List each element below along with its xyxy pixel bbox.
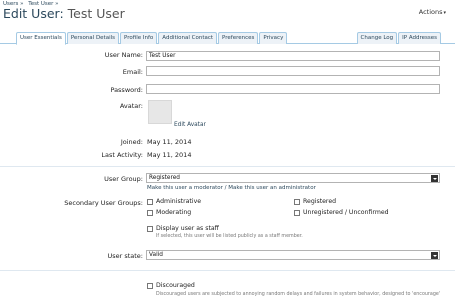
tab-change-log[interactable]: Change Log <box>356 32 398 44</box>
last-activity-value: May 11, 2014 <box>147 151 192 159</box>
avatar[interactable] <box>148 100 172 124</box>
actions-label: Actions <box>418 8 443 16</box>
caret-down-icon: ▾ <box>443 10 446 16</box>
email-label: Email: <box>122 68 143 76</box>
user-state-label: User state: <box>107 252 143 260</box>
group-label: Moderating <box>156 209 192 216</box>
tab-bar: User Essentials Personal Details Profile… <box>0 32 455 45</box>
group-checkbox-administrative[interactable]: Administrative <box>147 198 201 205</box>
divider <box>0 166 455 167</box>
group-label: Registered <box>303 198 337 205</box>
group-checkbox-unregistered[interactable]: Unregistered / Unconfirmed <box>294 209 389 216</box>
user-group-selected-value: Registered <box>149 175 180 181</box>
dropdown-arrow-icon <box>431 175 438 182</box>
tab-personal-details[interactable]: Personal Details <box>66 32 120 44</box>
joined-label: Joined: <box>120 138 143 146</box>
make-moderator-link[interactable]: Make this user a moderator <box>147 185 223 191</box>
edit-avatar-link[interactable]: Edit Avatar <box>174 122 206 128</box>
display-staff-checkbox[interactable]: Display user as staff <box>147 225 219 232</box>
link-separator: / <box>224 185 227 191</box>
tab-additional-contact[interactable]: Additional Contact <box>158 32 218 44</box>
checkbox-icon <box>147 282 153 289</box>
checkbox-icon <box>294 198 300 205</box>
tab-preferences[interactable]: Preferences <box>218 32 259 44</box>
tab-ip-addresses[interactable]: IP Addresses <box>398 32 441 44</box>
secondary-groups-label: Secondary User Groups: <box>64 199 143 207</box>
make-admin-link[interactable]: Make this user an administrator <box>228 185 316 191</box>
checkbox-icon <box>147 225 153 232</box>
tab-profile-info[interactable]: Profile Info <box>120 32 158 44</box>
discouraged-label: Discouraged <box>156 282 195 289</box>
discouraged-hint: Discouraged users are subjected to annoy… <box>156 292 441 297</box>
checkbox-icon <box>147 209 153 216</box>
dropdown-arrow-icon <box>431 252 438 259</box>
display-staff-hint: If selected, this user will be listed pu… <box>156 234 303 239</box>
username-field[interactable]: Test User <box>146 51 440 61</box>
user-group-select[interactable]: Registered <box>146 173 440 183</box>
actions-menu-button[interactable]: Actions▾ <box>419 8 446 16</box>
group-checkbox-registered[interactable]: Registered <box>294 198 336 205</box>
group-checkbox-moderating[interactable]: Moderating <box>147 209 191 216</box>
checkbox-icon <box>294 209 300 216</box>
last-activity-label: Last Activity: <box>101 151 143 159</box>
user-group-label: User Group: <box>104 175 143 183</box>
page-title-prefix: Edit User: <box>3 6 64 21</box>
discouraged-checkbox[interactable]: Discouraged <box>147 282 195 289</box>
user-state-select[interactable]: Valid <box>146 250 440 260</box>
tab-privacy[interactable]: Privacy <box>259 32 288 44</box>
page-title: Edit User: Test User <box>3 6 125 21</box>
checkbox-icon <box>147 198 153 205</box>
group-shortcut-links: Make this user a moderator / Make this u… <box>147 185 316 191</box>
password-label: Password: <box>110 86 143 94</box>
avatar-label: Avatar: <box>119 102 143 110</box>
username-label: User Name: <box>104 51 143 59</box>
password-field[interactable] <box>146 84 440 94</box>
user-state-selected-value: Valid <box>149 252 163 258</box>
joined-value: May 11, 2014 <box>147 138 192 146</box>
group-label: Unregistered / Unconfirmed <box>303 209 389 216</box>
page-title-username: Test User <box>67 6 125 21</box>
email-field[interactable] <box>146 66 440 76</box>
divider <box>0 270 455 271</box>
tab-user-essentials[interactable]: User Essentials <box>16 32 66 45</box>
display-staff-label: Display user as staff <box>156 225 219 232</box>
group-label: Administrative <box>156 198 202 205</box>
